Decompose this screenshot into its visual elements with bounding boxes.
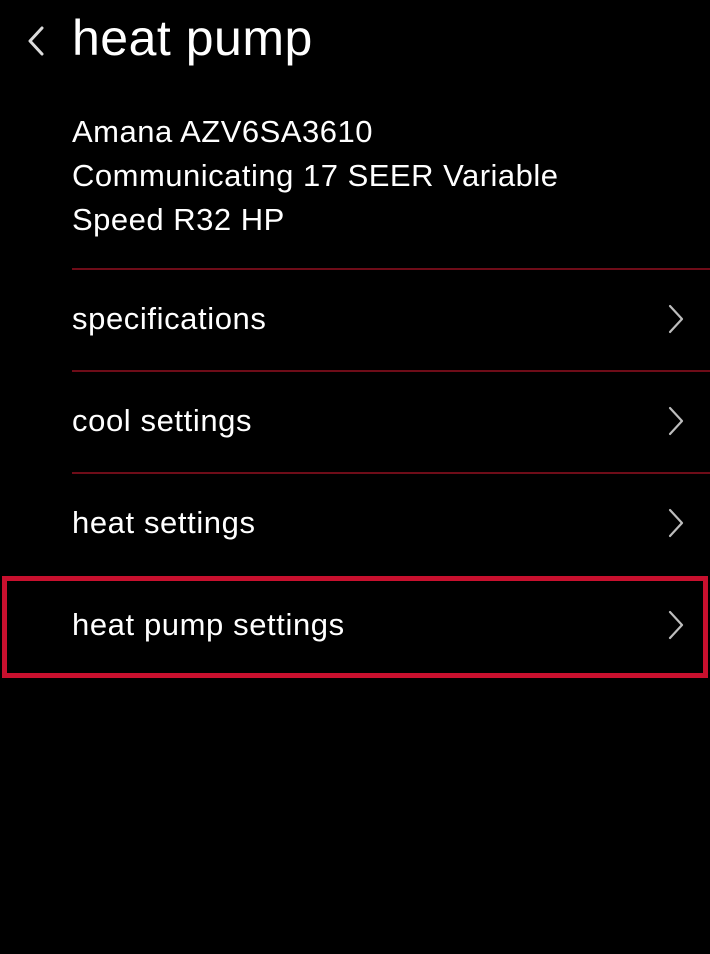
divider	[72, 370, 710, 372]
menu-item-heat-pump-settings[interactable]: heat pump settings	[0, 574, 710, 678]
menu-item-label: heat pump settings	[72, 607, 345, 642]
device-description-line: Speed R32 HP	[72, 202, 285, 237]
chevron-right-icon	[668, 508, 684, 538]
settings-menu: specifications cool settings heat settin…	[0, 268, 710, 678]
menu-item-label: cool settings	[72, 403, 253, 438]
device-description-line: Communicating 17 SEER Variable	[72, 158, 559, 193]
menu-item-heat-settings[interactable]: heat settings	[0, 472, 710, 574]
device-model-line: Amana AZV6SA3610	[72, 114, 373, 149]
menu-item-cool-settings[interactable]: cool settings	[0, 370, 710, 472]
chevron-right-icon	[668, 304, 684, 334]
divider	[72, 268, 710, 270]
divider	[72, 472, 710, 474]
device-description: Amana AZV6SA3610 Communicating 17 SEER V…	[72, 110, 682, 242]
menu-item-specifications[interactable]: specifications	[0, 268, 710, 370]
chevron-right-icon	[668, 406, 684, 436]
chevron-left-icon	[28, 26, 44, 56]
menu-item-label: heat settings	[72, 505, 256, 540]
menu-item-label: specifications	[72, 301, 267, 336]
page-title: heat pump	[72, 10, 313, 66]
back-button[interactable]	[22, 22, 52, 62]
chevron-right-icon	[668, 610, 684, 640]
